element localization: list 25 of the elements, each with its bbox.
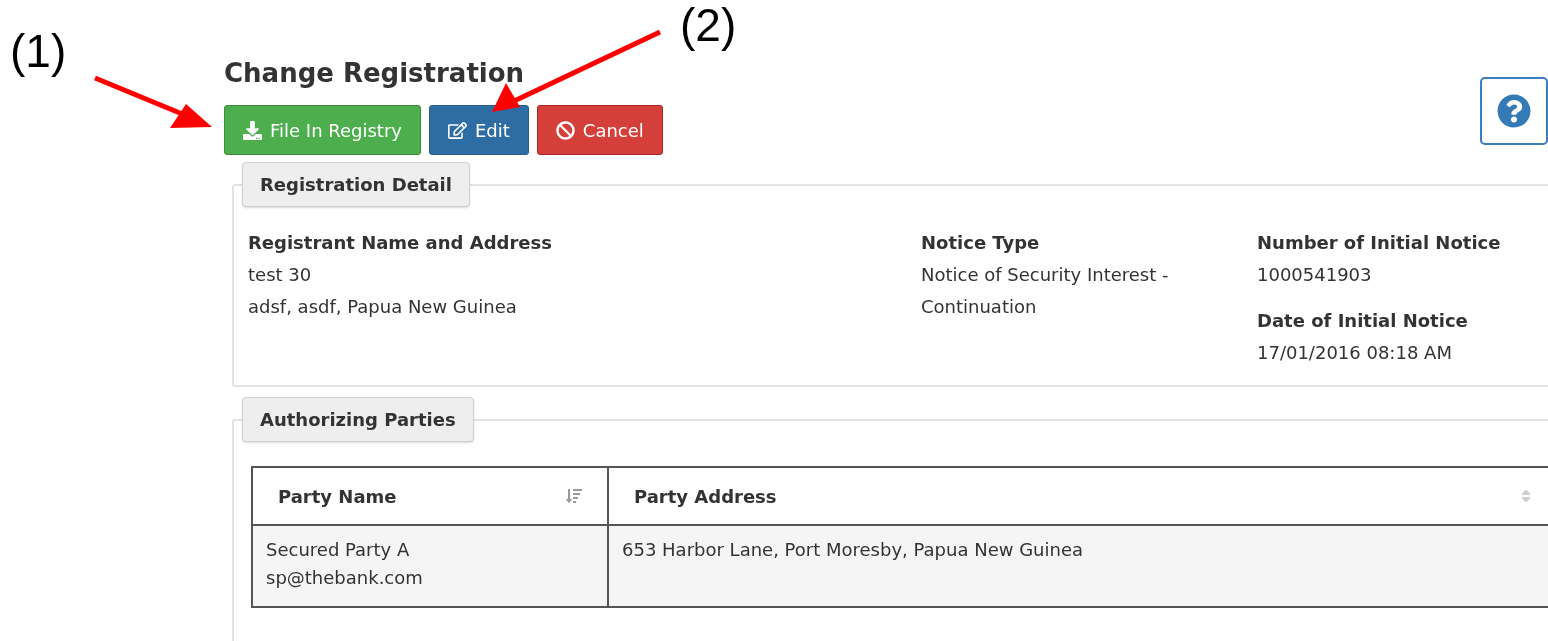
field-value: 1000541903 — [1257, 263, 1372, 287]
edit-icon — [447, 120, 467, 140]
help-button[interactable] — [1480, 77, 1548, 145]
page-title: Change Registration — [224, 57, 525, 90]
field-value: Notice of Security Interest - — [921, 263, 1169, 287]
table-cell: Secured Party A sp@thebank.com — [252, 525, 608, 607]
field-value: test 30 — [248, 263, 312, 287]
field-label: Date of Initial Notice — [1257, 309, 1468, 333]
field-value: 17/01/2016 08:18 AM — [1257, 341, 1452, 365]
edit-button[interactable]: Edit — [428, 105, 529, 155]
cancel-icon — [555, 120, 575, 140]
field-label: Number of Initial Notice — [1257, 231, 1501, 255]
column-header[interactable]: Party Address — [608, 467, 1548, 525]
field-value: Continuation — [921, 295, 1037, 319]
section-legend: Authorizing Parties — [242, 397, 474, 442]
help-icon — [1497, 94, 1531, 128]
column-header[interactable]: Party Name — [252, 467, 608, 525]
file-button[interactable]: File In Registry — [224, 105, 421, 155]
section-legend: Registration Detail — [242, 162, 470, 207]
field-value: adsf, asdf, Papua New Guinea — [248, 295, 517, 319]
sort-icon — [566, 488, 582, 504]
download-icon — [243, 120, 262, 140]
field-label: Registrant Name and Address — [248, 231, 552, 255]
cancel-button[interactable]: Cancel — [536, 105, 663, 155]
field-label: Notice Type — [921, 231, 1040, 255]
